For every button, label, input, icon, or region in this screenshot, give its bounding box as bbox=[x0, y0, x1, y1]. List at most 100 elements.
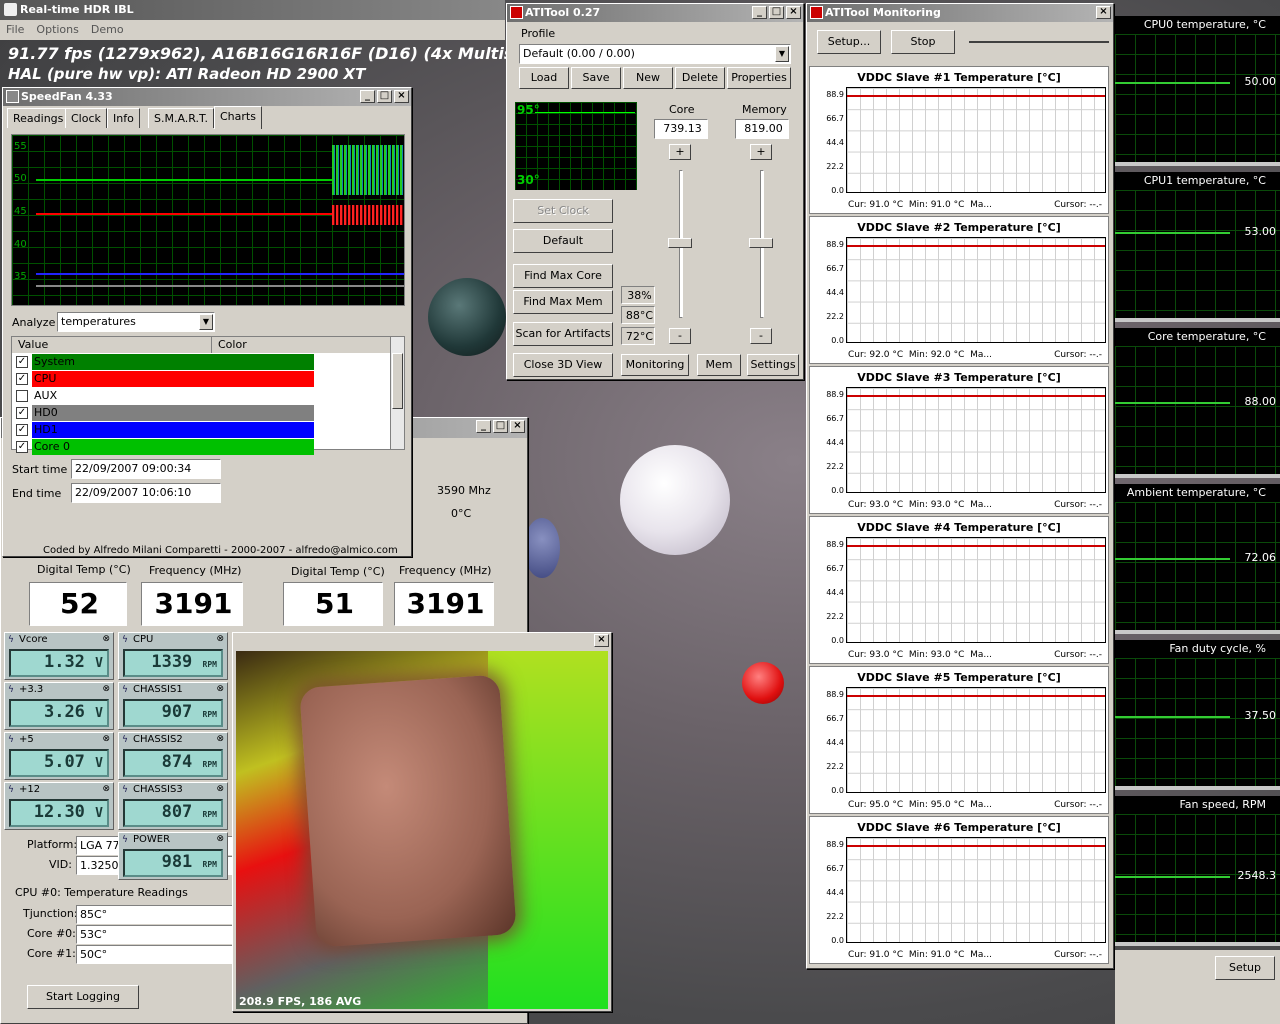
default-button[interactable]: Default bbox=[513, 229, 613, 253]
list-item[interactable]: ✓ CPU bbox=[14, 371, 314, 387]
sensor-gadget[interactable]: ϟ CHASSIS2 ⊗ 874 RPM bbox=[118, 732, 228, 780]
close-icon[interactable]: ⊗ bbox=[216, 784, 224, 794]
find-max-mem-button[interactable]: Find Max Mem bbox=[513, 290, 613, 314]
checkbox[interactable]: ✓ bbox=[16, 424, 28, 436]
y-tick: 88.9 bbox=[826, 540, 844, 549]
checkbox[interactable] bbox=[16, 390, 28, 402]
delete-button[interactable]: Delete bbox=[675, 67, 725, 89]
end-time-value[interactable]: 22/09/2007 10:06:10 bbox=[71, 483, 221, 503]
scroll-thumb[interactable] bbox=[392, 353, 403, 409]
minimize-button[interactable]: _ bbox=[476, 420, 491, 433]
checkbox[interactable]: ✓ bbox=[16, 441, 28, 453]
scan-artifacts-button[interactable]: Scan for Artifacts bbox=[513, 322, 613, 346]
list-item[interactable]: ✓ HD1 bbox=[14, 422, 314, 438]
sensor-gadget[interactable]: ϟ +12 ⊗ 12.30 V bbox=[4, 782, 114, 830]
list-item[interactable]: AUX bbox=[14, 388, 314, 404]
core-minus-button[interactable]: - bbox=[669, 328, 691, 344]
temp-series-line bbox=[847, 545, 1105, 547]
close-icon[interactable]: ⊗ bbox=[102, 734, 110, 744]
start-time-value[interactable]: 22/09/2007 09:00:34 bbox=[71, 459, 221, 479]
minimize-button[interactable]: _ bbox=[360, 90, 375, 103]
mem-slider[interactable] bbox=[749, 170, 775, 320]
y-tick: 88.9 bbox=[826, 90, 844, 99]
sensor-gadget[interactable]: ϟ Vcore ⊗ 1.32 V bbox=[4, 632, 114, 680]
analyze-select[interactable]: temperatures bbox=[57, 312, 215, 332]
maximize-button[interactable]: □ bbox=[377, 90, 392, 103]
slider-thumb[interactable] bbox=[749, 238, 773, 248]
minimize-button[interactable]: _ bbox=[752, 6, 767, 19]
chart-footer: Cur: 93.0 °C Min: 93.0 °C Ma... bbox=[848, 650, 992, 660]
profile-select[interactable]: Default (0.00 / 0.00) bbox=[519, 44, 791, 64]
menu-options[interactable]: Options bbox=[36, 20, 78, 40]
set-clock-button[interactable]: Set Clock bbox=[513, 199, 613, 223]
fur-titlebar[interactable]: × bbox=[233, 633, 611, 649]
mem-clock-value[interactable]: 819.00 bbox=[735, 119, 789, 139]
y-tick: 0.0 bbox=[831, 636, 844, 645]
close-icon[interactable]: ⊗ bbox=[216, 834, 224, 844]
chevron-down-icon[interactable]: ▼ bbox=[775, 46, 789, 62]
atitool-titlebar[interactable]: ATITool 0.27 _ □ × bbox=[507, 4, 803, 22]
save-button[interactable]: Save bbox=[571, 67, 621, 89]
maximize-button[interactable]: □ bbox=[769, 6, 784, 19]
close-button[interactable]: × bbox=[1096, 6, 1111, 19]
mem-plus-button[interactable]: + bbox=[750, 144, 772, 160]
setup-button[interactable]: Setup... bbox=[817, 30, 881, 54]
sensor-gadget[interactable]: ϟ +5 ⊗ 5.07 V bbox=[4, 732, 114, 780]
cur-value: Cur: 93.0 °C bbox=[848, 650, 904, 660]
tab-smart[interactable]: S.M.A.R.T. bbox=[148, 108, 214, 128]
y-tick: 44.4 bbox=[826, 888, 844, 897]
menu-demo[interactable]: Demo bbox=[91, 20, 124, 40]
checkbox[interactable]: ✓ bbox=[16, 356, 28, 368]
settings-button[interactable]: Settings bbox=[747, 354, 799, 376]
sensor-gadget[interactable]: ϟ POWER ⊗ 981 RPM bbox=[118, 832, 228, 880]
sensor-gadget[interactable]: ϟ CHASSIS3 ⊗ 807 RPM bbox=[118, 782, 228, 830]
close-button[interactable]: × bbox=[510, 420, 525, 433]
core-clock-value[interactable]: 739.13 bbox=[654, 119, 708, 139]
close-icon[interactable]: ⊗ bbox=[102, 684, 110, 694]
new-button[interactable]: New bbox=[623, 67, 673, 89]
stop-button[interactable]: Stop bbox=[891, 30, 955, 54]
sensor-label: Core 0 bbox=[34, 440, 70, 453]
tab-charts[interactable]: Charts bbox=[214, 106, 262, 129]
mem-minus-button[interactable]: - bbox=[750, 328, 772, 344]
close-icon[interactable]: ⊗ bbox=[102, 784, 110, 794]
sensor-gadget[interactable]: ϟ +3.3 ⊗ 3.26 V bbox=[4, 682, 114, 730]
core-plus-button[interactable]: + bbox=[669, 144, 691, 160]
close-button[interactable]: × bbox=[786, 6, 801, 19]
tab-readings[interactable]: Readings bbox=[7, 108, 70, 128]
close-icon[interactable]: ⊗ bbox=[216, 734, 224, 744]
close-icon[interactable]: ⊗ bbox=[216, 684, 224, 694]
tab-clock[interactable]: Clock bbox=[65, 108, 107, 128]
speedfan-titlebar[interactable]: SpeedFan 4.33 _ □ × bbox=[3, 88, 411, 106]
close-icon[interactable]: ⊗ bbox=[102, 634, 110, 644]
hdr-title: Real-time HDR IBL bbox=[20, 3, 134, 16]
list-item[interactable]: ✓ System bbox=[14, 354, 314, 370]
tab-info[interactable]: Info bbox=[107, 108, 140, 128]
core-slider[interactable] bbox=[668, 170, 694, 320]
start-logging-button[interactable]: Start Logging bbox=[27, 985, 139, 1009]
close-button[interactable]: × bbox=[594, 634, 609, 647]
menu-file[interactable]: File bbox=[6, 20, 24, 40]
chevron-down-icon[interactable]: ▼ bbox=[199, 314, 213, 330]
find-max-core-button[interactable]: Find Max Core bbox=[513, 264, 613, 288]
close-icon[interactable]: ⊗ bbox=[216, 634, 224, 644]
gadget-value: 907 RPM bbox=[123, 699, 223, 727]
monitoring-button[interactable]: Monitoring bbox=[621, 354, 689, 376]
checkbox[interactable]: ✓ bbox=[16, 373, 28, 385]
slider-thumb[interactable] bbox=[668, 238, 692, 248]
properties-button[interactable]: Properties bbox=[727, 67, 791, 89]
list-scrollbar[interactable] bbox=[390, 337, 404, 449]
checkbox[interactable]: ✓ bbox=[16, 407, 28, 419]
list-item[interactable]: ✓ HD0 bbox=[14, 405, 314, 421]
list-item[interactable]: ✓ Core 0 bbox=[14, 439, 314, 455]
close-button[interactable]: × bbox=[394, 90, 409, 103]
hdr-titlebar[interactable]: Real-time HDR IBL bbox=[0, 0, 505, 20]
close-3d-view-button[interactable]: Close 3D View bbox=[513, 353, 613, 377]
sensor-gadget[interactable]: ϟ CPU ⊗ 1339 RPM bbox=[118, 632, 228, 680]
maximize-button[interactable]: □ bbox=[493, 420, 508, 433]
right-setup-button[interactable]: Setup bbox=[1215, 956, 1275, 980]
sensor-gadget[interactable]: ϟ CHASSIS1 ⊗ 907 RPM bbox=[118, 682, 228, 730]
mem-button[interactable]: Mem bbox=[697, 354, 741, 376]
load-button[interactable]: Load bbox=[519, 67, 569, 89]
monitoring-titlebar[interactable]: ATITool Monitoring × bbox=[807, 4, 1113, 22]
